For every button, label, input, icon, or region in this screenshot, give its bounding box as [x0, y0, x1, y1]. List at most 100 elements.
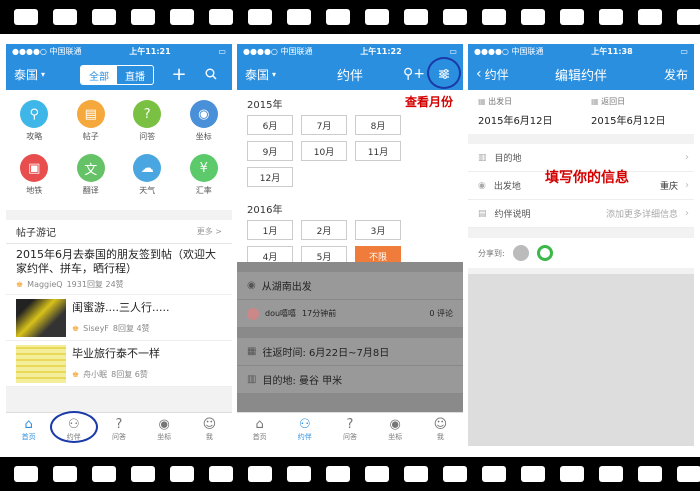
search-icon[interactable] [202, 65, 220, 83]
post-thumbnail [16, 298, 66, 337]
add-user-icon[interactable]: ⚲+ [403, 65, 425, 83]
film-strip-top [0, 0, 700, 34]
screen-edit-companion: ●●●●○ 中国联通 上午11:38 ▭ 编辑约伴 ‹ 约伴 发布 ▦ 出发日 … [468, 44, 694, 446]
post-thumbnail [16, 344, 66, 383]
clock: 上午11:38 [591, 46, 633, 56]
location-icon: ◉ [189, 100, 218, 128]
depart-date-field[interactable]: ▦ 出发日 2015年6月12日 [468, 90, 581, 134]
destination-text: 目的地: 曼谷 甲米 [262, 376, 343, 387]
tab-home[interactable]: ⌂ 首页 [6, 413, 51, 446]
weibo-icon[interactable] [512, 245, 529, 261]
month-button[interactable]: 3月 [355, 220, 401, 240]
calendar-icon: ▦ [247, 346, 257, 357]
city-selector[interactable]: 泰国 ▾ [245, 66, 276, 83]
tab-label: 我 [436, 432, 444, 441]
return-date-field[interactable]: ▦ 返回日 2015年6月12日 [581, 90, 694, 134]
sprocket-hole [92, 466, 116, 482]
share-row: 分享到: [468, 238, 694, 268]
tab-me[interactable]: ☺ 我 [187, 413, 232, 446]
month-button[interactable]: 7月 [301, 115, 347, 135]
list-item-meta: dou嘻嘻 17分钟前 0 评论 [237, 300, 463, 328]
screen-home: ●●●●○ 中国联通 上午11:21 ▭ 泰国 ▾ 全部 直播 + ⚲ 攻略 ▤ 帖子… [6, 44, 232, 446]
grid-item-subway[interactable]: ▣ 地铁 [6, 148, 63, 202]
list-item[interactable]: 闺蜜游....三人行..... ♚ SiseyF 8回复 4赞 [6, 295, 232, 341]
sprocket-hole [131, 9, 155, 25]
segment-live[interactable]: 直播 [117, 66, 153, 84]
month-button[interactable]: 2月 [301, 220, 347, 240]
month-button[interactable]: 9月 [247, 141, 293, 161]
annotation-circle-companion-tab [50, 411, 98, 443]
month-button[interactable]: 6月 [247, 115, 293, 135]
back-button[interactable]: ‹ 约伴 [476, 66, 509, 83]
empty-area [468, 274, 694, 446]
question-icon: ? [346, 416, 354, 432]
grid-item-label: 问答 [139, 132, 156, 141]
grid-item-pin[interactable]: ⚲ 攻略 [6, 94, 63, 148]
sprocket-hole [482, 466, 506, 482]
grid-item-currency[interactable]: ¥ 汇率 [176, 148, 233, 202]
clock: 上午11:22 [360, 46, 402, 56]
post-meta: ♚ SiseyF 8回复 4赞 [72, 323, 169, 334]
list-item[interactable]: 毕业旅行泰不一样 ♚ 舟小眠 8回复 6赞 [6, 341, 232, 387]
origin-text: 从湖南出发 [261, 282, 312, 293]
month-button[interactable]: 10月 [301, 141, 347, 161]
month-list: 1月 2月 3月 4月 5月 不限 [247, 220, 453, 266]
status-bar: ●●●●○ 中国联通 上午11:38 ▭ [468, 44, 694, 58]
grid-item-label: 帖子 [82, 132, 99, 141]
question-icon: ? [115, 416, 123, 432]
sprocket-hole [326, 9, 350, 25]
grid-item-translate[interactable]: 文翻译 [63, 148, 120, 202]
month-button[interactable]: 12月 [247, 167, 293, 187]
description-field[interactable]: ▤ 约伴说明 添加更多详细信息 › [468, 200, 694, 228]
sprocket-hole [209, 466, 233, 482]
tab-bar: ⌂ 首页 ⚇ 约伴 ? 问答 ◉ 坐标 ☺ 我 [237, 412, 463, 446]
add-icon[interactable]: + [170, 64, 188, 85]
month-button[interactable]: 11月 [355, 141, 401, 161]
list-item-dates[interactable]: ▦ 往返时间: 6月22日~7月8日 [237, 338, 463, 366]
sprocket-hole [599, 466, 623, 482]
year-label: 2016年 [247, 205, 283, 216]
clock: 上午11:21 [129, 46, 171, 56]
tab-qa[interactable]: ? 问答 [327, 413, 372, 446]
tab-me[interactable]: ☺ 我 [418, 413, 463, 446]
sprocket-hole [404, 466, 428, 482]
grid-item-note[interactable]: ▤ 帖子 [63, 94, 120, 148]
city-selector[interactable]: 泰国 ▾ [14, 66, 45, 83]
sprocket-hole [599, 9, 623, 25]
sprocket-hole [248, 9, 272, 25]
sprocket-hole [677, 9, 700, 25]
sprocket-hole [521, 9, 545, 25]
grid-item-location[interactable]: ◉ 坐标 [176, 94, 233, 148]
tab-qa[interactable]: ? 问答 [96, 413, 141, 446]
description-label: 约伴说明 [494, 210, 531, 220]
grid-item-question[interactable]: ? 问答 [119, 94, 176, 148]
tab-location[interactable]: ◉ 坐标 [373, 413, 418, 446]
wechat-moments-icon[interactable] [536, 245, 553, 261]
origin-value: 重庆 [659, 182, 678, 192]
month-button[interactable]: 1月 [247, 220, 293, 240]
more-link[interactable]: 更多 > [197, 226, 222, 237]
publish-button[interactable]: 发布 [664, 66, 688, 83]
post-time: 17分钟前 [302, 309, 337, 318]
list-item-origin[interactable]: ◉ 从湖南出发 [237, 272, 463, 300]
tab-home[interactable]: ⌂ 首页 [237, 413, 282, 446]
tab-companion[interactable]: ⚇ 约伴 [282, 413, 327, 446]
carrier-label: ●●●●○ 中国联通 [243, 46, 313, 56]
sprocket-hole [287, 466, 311, 482]
city-label: 泰国 [245, 67, 270, 82]
question-icon: ? [133, 100, 162, 128]
segment-all[interactable]: 全部 [81, 66, 117, 84]
grid-item-label: 坐标 [195, 132, 212, 141]
sprocket-hole [365, 9, 389, 25]
list-item[interactable]: 2015年6月去泰国的朋友签到帖（欢迎大家约伴、拼车，晒行程） ♚ Maggie… [6, 244, 232, 295]
month-button[interactable]: 8月 [355, 115, 401, 135]
list-item-destination[interactable]: ▥ 目的地: 曼谷 甲米 [237, 366, 463, 394]
status-bar: ●●●●○ 中国联通 上午11:22 ▭ [237, 44, 463, 58]
return-date-value: 2015年6月12日 [591, 116, 666, 127]
sprocket-hole [443, 9, 467, 25]
grid-item-weather[interactable]: ☁ 天气 [119, 148, 176, 202]
month-list: 6月 7月 8月 9月 10月 11月 12月 [247, 115, 453, 187]
tab-label: 问答 [112, 432, 126, 441]
sprocket-hole [209, 9, 233, 25]
tab-location[interactable]: ◉ 坐标 [142, 413, 187, 446]
